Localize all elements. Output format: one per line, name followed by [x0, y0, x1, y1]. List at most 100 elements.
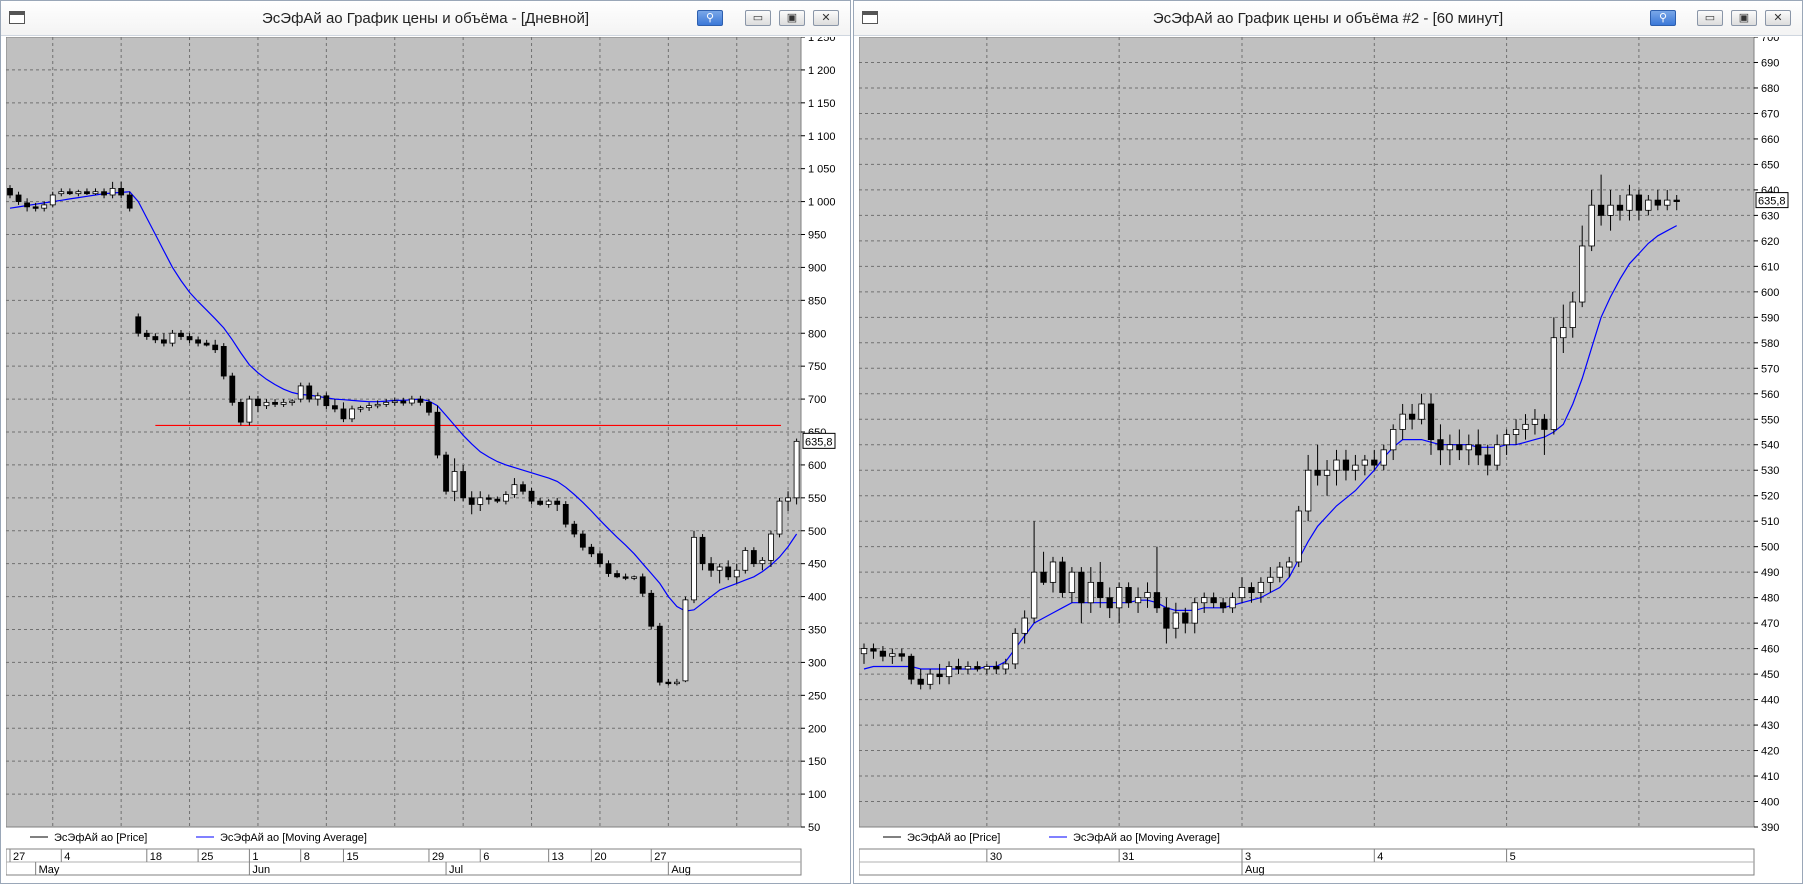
candle-body [212, 344, 219, 351]
candle-body [1673, 199, 1680, 202]
candle-body [528, 490, 535, 502]
candle-body [58, 191, 65, 195]
candle-body [1352, 464, 1359, 471]
candle-body [1097, 581, 1104, 599]
candle-body [152, 336, 159, 341]
candle-body [75, 191, 82, 195]
y-tick-label: 540 [1761, 440, 1779, 452]
y-tick-label: 550 [1761, 414, 1779, 426]
candle-body [1267, 576, 1274, 583]
y-tick-label: 670 [1761, 108, 1779, 120]
candle-body [220, 346, 227, 377]
candle-body [993, 666, 1000, 670]
y-tick-label: 250 [808, 690, 826, 702]
candle-body [1059, 561, 1066, 593]
candle-body [1342, 459, 1350, 471]
candle-body [1153, 592, 1161, 609]
minimize-button[interactable]: ▭ [745, 10, 771, 26]
candle-body [1257, 581, 1265, 593]
candle-body [750, 550, 757, 565]
candle-body [725, 566, 732, 578]
candle-body [408, 398, 415, 404]
candle-body [537, 500, 543, 505]
candle-body [1446, 444, 1454, 451]
candle-body [468, 497, 475, 505]
candle-body [1106, 597, 1113, 609]
window-titlebar[interactable]: ЭсЭфАй ао График цены и объёма #2 - [60 … [854, 1, 1802, 36]
y-tick-label: 620 [1761, 236, 1779, 248]
restore-button[interactable]: ▣ [1731, 10, 1757, 26]
candle-body [776, 500, 783, 535]
pin-button[interactable]: ⚲ [1650, 10, 1676, 26]
pin-button[interactable]: ⚲ [697, 10, 723, 26]
plot-area[interactable] [858, 36, 1755, 828]
candle-body [708, 563, 714, 571]
x-tick-label: 1 [252, 851, 258, 863]
candle-body [178, 332, 184, 337]
pin-icon: ⚲ [1658, 12, 1668, 24]
candle-body [7, 188, 13, 196]
minimize-button[interactable]: ▭ [1697, 10, 1723, 26]
y-tick-label: 900 [808, 262, 826, 274]
candle-body [1390, 429, 1397, 451]
candle-body [331, 405, 338, 410]
y-tick-label: 490 [1761, 567, 1779, 579]
candle-body [349, 408, 355, 420]
y-tick-label: 800 [808, 328, 826, 340]
y-tick-label: 1 050 [808, 164, 836, 176]
y-tick-label: 500 [808, 526, 826, 538]
candle-body [1456, 444, 1463, 451]
hourly-price-chart[interactable]: 7006906806706606506406306206106005905805… [858, 32, 1798, 885]
month-label: May [39, 864, 60, 876]
candle-body [280, 401, 287, 405]
y-tick-label: 480 [1761, 593, 1779, 605]
daily-price-chart[interactable]: 1 2501 2001 1501 1001 0501 0009509008508… [5, 32, 846, 885]
chart-area[interactable]: 1 250 1 200 1 150 1 100 1 050 1 000 950 900 850 8… [5, 32, 846, 885]
candle-body [1588, 204, 1595, 247]
candle-body [1030, 571, 1038, 619]
y-tick-label: 590 [1761, 312, 1779, 324]
candle-body [84, 191, 90, 195]
y-tick-label: 50 [808, 822, 820, 834]
candle-body [1021, 617, 1028, 634]
candle-body [1399, 413, 1406, 430]
candle-body [477, 497, 484, 505]
candle-body [733, 569, 740, 578]
close-icon: ✕ [821, 12, 831, 24]
window-titlebar[interactable]: ЭсЭфАй ао График цены и объёма - [Дневно… [1, 1, 850, 36]
candle-body [272, 401, 278, 405]
candle-body [101, 191, 107, 196]
candle-body [443, 454, 449, 492]
candle-body [451, 471, 458, 492]
y-tick-label: 450 [1761, 669, 1779, 681]
chart-area[interactable]: 700 690 680 670 660 650 640 630 620 610 600 590 580 5… [858, 32, 1798, 885]
candle-body [169, 332, 176, 344]
candle-body [1484, 454, 1491, 466]
candle-body [1427, 403, 1435, 441]
y-tick-label: 1 000 [808, 197, 836, 209]
x-tick-label: 6 [483, 851, 489, 863]
x-tick-label: 27 [654, 851, 666, 863]
candle-body [511, 484, 518, 495]
x-tick-label: 25 [201, 851, 213, 863]
candle-body [1361, 459, 1369, 466]
candle-body [1219, 602, 1227, 609]
candle-body [870, 648, 877, 652]
candle-body [1494, 444, 1501, 466]
restore-button[interactable]: ▣ [779, 10, 805, 26]
candle-body [759, 559, 766, 565]
candle-body [1002, 663, 1009, 670]
candle-body [66, 191, 73, 195]
candle-body [237, 401, 244, 423]
candle-body [597, 553, 603, 565]
y-tick-label: 300 [808, 657, 826, 669]
candle-body [648, 592, 655, 627]
candle-body [135, 316, 142, 334]
candle-body [229, 375, 236, 403]
close-button[interactable]: ✕ [813, 10, 839, 26]
close-button[interactable]: ✕ [1765, 10, 1791, 26]
candle-body [306, 385, 313, 400]
candle-body [1068, 571, 1076, 593]
candle-body [1191, 602, 1198, 624]
last-price-label: 635,8 [805, 436, 833, 448]
